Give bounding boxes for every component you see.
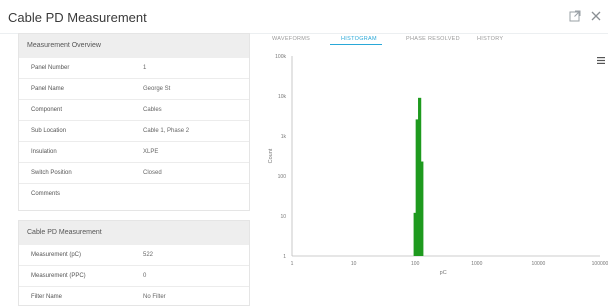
row-label: Panel Number [31,65,70,71]
chart-tabs: WAVEFORMS HISTOGRAM PHASE RESOLVED HISTO… [262,34,608,47]
row-value: No Filter [143,294,166,300]
info-row: Sub Location Cable 1, Phase 2 [19,121,249,142]
close-icon[interactable] [589,9,603,23]
x-tick-label: 10 [351,261,357,267]
histogram-bar [420,161,424,256]
x-tick-label: 10000 [531,261,545,267]
y-tick-label: 100 [278,174,287,180]
active-tab-indicator [330,44,382,45]
panel-title: Cable PD Measurement [19,221,249,245]
x-axis-label: pC [440,270,447,276]
x-tick-label: 100 [411,261,420,267]
row-value: 0 [143,273,147,279]
info-row: Component Cables [19,100,249,121]
chart-menu-icon[interactable] [597,57,605,64]
dialog-header: Cable PD Measurement [0,0,608,34]
panel-title: Measurement Overview [19,34,249,58]
info-row: Measurement (pC) 522 [19,245,249,266]
x-tick-label: 1 [291,261,294,267]
row-label: Filter Name [31,294,63,300]
info-row: Comments [19,184,249,205]
cable-pd-measurement-panel: Cable PD Measurement Measurement (pC) 522… [18,220,250,306]
page-title: Cable PD Measurement [8,10,147,25]
info-row: Switch Position Closed [19,163,249,184]
x-tick-label: 100000 [592,261,608,267]
row-label: Measurement (pC) [31,252,82,258]
info-row: Filter Name No Filter [19,287,249,306]
y-tick-label: 1 [283,254,286,260]
row-label: Insulation [31,149,57,155]
y-tick-label: 100k [275,54,286,60]
y-tick-label: 10 [280,214,286,220]
row-value: Cables [143,107,162,113]
row-label: Switch Position [31,170,72,176]
info-row: Insulation XLPE [19,142,249,163]
row-label: Measurement (PPC) [31,273,86,279]
row-value: XLPE [143,149,159,155]
tab-histogram[interactable]: HISTOGRAM [341,36,377,42]
y-tick-label: 1k [281,134,287,140]
row-label: Component [31,107,63,113]
x-tick-label: 1000 [471,261,482,267]
row-value: Closed [143,170,162,176]
info-row: Measurement (PPC) 0 [19,266,249,287]
row-label: Panel Name [31,86,65,92]
row-value: 1 [143,65,147,71]
y-axis-label: Count [268,148,274,163]
row-label: Sub Location [31,128,67,134]
y-tick-label: 10k [278,94,287,100]
info-row: Panel Name George St [19,79,249,100]
measurement-overview-panel: Measurement Overview Panel Number 1 Panel … [18,33,250,211]
info-row: Panel Number 1 [19,58,249,79]
external-link-icon[interactable] [568,9,582,23]
tab-phase-resolved[interactable]: PHASE RESOLVED [406,36,460,42]
tab-waveforms[interactable]: WAVEFORMS [272,36,310,42]
row-value: George St [143,86,171,92]
row-value: Cable 1, Phase 2 [143,128,190,134]
tab-history[interactable]: HISTORY [477,36,503,42]
histogram-chart: 1 10 100 1k 10k 100k 1 10 100 1000 10000 100000 pC Co… [268,54,608,276]
row-label: Comments [31,191,61,197]
row-value: 522 [143,252,154,258]
